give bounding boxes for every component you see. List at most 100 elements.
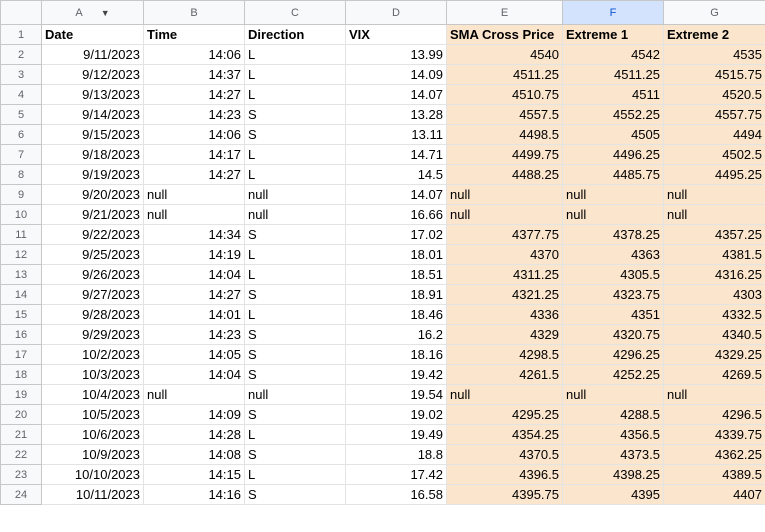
cell-time[interactable]: 14:09 (143, 404, 245, 425)
cell-extreme-2[interactable]: 4515.75 (663, 64, 765, 85)
row-number[interactable]: 7 (0, 144, 42, 165)
row-number[interactable]: 10 (0, 204, 42, 225)
cell-vix[interactable]: 18.8 (345, 444, 447, 465)
row-number[interactable]: 14 (0, 284, 42, 305)
cell-direction[interactable]: S (244, 404, 346, 425)
cell-extreme-1[interactable]: 4378.25 (562, 224, 664, 245)
cell-sma-cross-price[interactable]: 4311.25 (446, 264, 563, 285)
cell-vix[interactable]: 18.46 (345, 304, 447, 325)
row-number[interactable]: 16 (0, 324, 42, 345)
cell-extreme-1[interactable]: 4511.25 (562, 64, 664, 85)
cell-vix[interactable]: 17.42 (345, 464, 447, 485)
cell-direction[interactable]: S (244, 284, 346, 305)
cell-extreme-2[interactable]: 4557.75 (663, 104, 765, 125)
header-cell-time[interactable]: Time (143, 24, 245, 45)
cell-direction[interactable]: L (244, 84, 346, 105)
row-number[interactable]: 4 (0, 84, 42, 105)
column-header-c[interactable]: C (244, 0, 346, 25)
cell-extreme-1[interactable]: 4252.25 (562, 364, 664, 385)
cell-extreme-2[interactable]: 4535 (663, 44, 765, 65)
header-cell-direction[interactable]: Direction (244, 24, 346, 45)
cell-sma-cross-price[interactable]: 4540 (446, 44, 563, 65)
cell-direction[interactable]: null (244, 384, 346, 405)
cell-extreme-1[interactable]: 4320.75 (562, 324, 664, 345)
cell-date[interactable]: 9/26/2023 (41, 264, 144, 285)
cell-date[interactable]: 9/12/2023 (41, 64, 144, 85)
cell-extreme-1[interactable]: 4288.5 (562, 404, 664, 425)
cell-vix[interactable]: 16.2 (345, 324, 447, 345)
cell-time[interactable]: 14:23 (143, 104, 245, 125)
cell-time[interactable]: 14:37 (143, 64, 245, 85)
cell-extreme-1[interactable]: 4373.5 (562, 444, 664, 465)
cell-extreme-1[interactable]: 4356.5 (562, 424, 664, 445)
cell-extreme-1[interactable]: null (562, 204, 664, 225)
cell-extreme-1[interactable]: null (562, 384, 664, 405)
cell-extreme-1[interactable]: 4305.5 (562, 264, 664, 285)
cell-sma-cross-price[interactable]: 4396.5 (446, 464, 563, 485)
cell-vix[interactable]: 19.42 (345, 364, 447, 385)
cell-extreme-1[interactable]: 4296.25 (562, 344, 664, 365)
header-cell-vix[interactable]: VIX (345, 24, 447, 45)
row-number[interactable]: 18 (0, 364, 42, 385)
cell-vix[interactable]: 19.49 (345, 424, 447, 445)
cell-time[interactable]: 14:34 (143, 224, 245, 245)
cell-extreme-2[interactable]: 4269.5 (663, 364, 765, 385)
cell-time[interactable]: 14:06 (143, 44, 245, 65)
cell-direction[interactable]: S (244, 444, 346, 465)
cell-extreme-2[interactable]: null (663, 384, 765, 405)
cell-vix[interactable]: 16.58 (345, 484, 447, 505)
cell-sma-cross-price[interactable]: null (446, 184, 563, 205)
header-cell-extreme-2[interactable]: Extreme 2 (663, 24, 765, 45)
column-header-b[interactable]: B (143, 0, 245, 25)
cell-direction[interactable]: null (244, 184, 346, 205)
cell-extreme-2[interactable]: 4389.5 (663, 464, 765, 485)
cell-sma-cross-price[interactable]: 4557.5 (446, 104, 563, 125)
cell-vix[interactable]: 18.51 (345, 264, 447, 285)
row-number[interactable]: 22 (0, 444, 42, 465)
cell-direction[interactable]: S (244, 324, 346, 345)
cell-extreme-2[interactable]: 4381.5 (663, 244, 765, 265)
cell-vix[interactable]: 18.16 (345, 344, 447, 365)
cell-time[interactable]: 14:04 (143, 364, 245, 385)
cell-date[interactable]: 9/25/2023 (41, 244, 144, 265)
cell-extreme-1[interactable]: 4485.75 (562, 164, 664, 185)
row-number[interactable]: 19 (0, 384, 42, 405)
row-number[interactable]: 15 (0, 304, 42, 325)
row-number[interactable]: 6 (0, 124, 42, 145)
cell-vix[interactable]: 16.66 (345, 204, 447, 225)
header-cell-sma-cross-price[interactable]: SMA Cross Price (446, 24, 563, 45)
cell-direction[interactable]: L (244, 424, 346, 445)
cell-date[interactable]: 9/29/2023 (41, 324, 144, 345)
cell-extreme-1[interactable]: 4398.25 (562, 464, 664, 485)
cell-direction[interactable]: S (244, 344, 346, 365)
cell-extreme-2[interactable]: 4520.5 (663, 84, 765, 105)
header-cell-date[interactable]: Date (41, 24, 144, 45)
cell-time[interactable]: 14:17 (143, 144, 245, 165)
cell-time[interactable]: 14:27 (143, 164, 245, 185)
column-header-f[interactable]: F (562, 0, 664, 25)
column-header-d[interactable]: D (345, 0, 447, 25)
cell-extreme-1[interactable]: 4542 (562, 44, 664, 65)
cell-vix[interactable]: 18.01 (345, 244, 447, 265)
cell-vix[interactable]: 14.07 (345, 184, 447, 205)
cell-extreme-2[interactable]: 4339.75 (663, 424, 765, 445)
column-header-a[interactable]: A ▼ (41, 0, 144, 25)
cell-sma-cross-price[interactable]: 4510.75 (446, 84, 563, 105)
cell-sma-cross-price[interactable]: 4395.75 (446, 484, 563, 505)
cell-sma-cross-price[interactable]: 4511.25 (446, 64, 563, 85)
cell-extreme-1[interactable]: 4552.25 (562, 104, 664, 125)
cell-extreme-2[interactable]: 4362.25 (663, 444, 765, 465)
cell-date[interactable]: 10/2/2023 (41, 344, 144, 365)
cell-extreme-2[interactable]: 4340.5 (663, 324, 765, 345)
cell-sma-cross-price[interactable]: 4321.25 (446, 284, 563, 305)
cell-time[interactable]: 14:27 (143, 284, 245, 305)
cell-sma-cross-price[interactable]: 4298.5 (446, 344, 563, 365)
cell-time[interactable]: 14:28 (143, 424, 245, 445)
row-number[interactable]: 21 (0, 424, 42, 445)
row-number[interactable]: 3 (0, 64, 42, 85)
cell-date[interactable]: 9/19/2023 (41, 164, 144, 185)
cell-direction[interactable]: L (244, 144, 346, 165)
cell-extreme-2[interactable]: 4332.5 (663, 304, 765, 325)
dropdown-caret-icon[interactable]: ▼ (101, 8, 110, 18)
cell-sma-cross-price[interactable]: null (446, 384, 563, 405)
